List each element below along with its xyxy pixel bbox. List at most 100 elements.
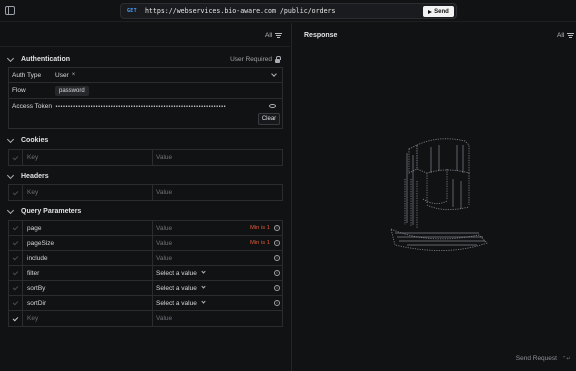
access-token-input[interactable]: ••••••••••••••••••••••••••••••••••••••••…: [55, 104, 263, 110]
filter-label: All: [265, 32, 273, 39]
clear-button[interactable]: Clear: [258, 113, 280, 125]
param-key[interactable]: sortDir: [22, 296, 152, 310]
select-value: Select a value: [156, 269, 197, 277]
authentication-header[interactable]: Authentication: [6, 54, 70, 63]
info-icon[interactable]: i: [274, 225, 280, 231]
auth-box: Auth Type User × Flow password Access To…: [8, 67, 283, 129]
param-value[interactable]: Value i: [152, 251, 282, 265]
check-icon: [12, 315, 19, 321]
row-checkbox[interactable]: [9, 281, 22, 295]
send-request-label: Send Request: [515, 355, 557, 362]
param-value[interactable]: Value Min is 1 i: [152, 221, 282, 235]
param-key[interactable]: filter: [22, 266, 152, 280]
info-icon[interactable]: i: [274, 270, 280, 276]
select-value: Select a value: [156, 284, 197, 292]
send-button[interactable]: Send: [423, 6, 454, 17]
check-icon: [12, 284, 19, 291]
user-required-label: User Required: [230, 56, 272, 63]
table-row: sortDir Select a value i: [9, 296, 282, 311]
check-icon: [12, 224, 19, 231]
lock-icon: [275, 55, 281, 63]
row-checkbox[interactable]: [9, 185, 22, 200]
chevron-down-icon: [6, 135, 15, 143]
filter-label: All: [557, 32, 565, 39]
headers-header[interactable]: Headers: [6, 171, 49, 180]
eye-icon[interactable]: [269, 104, 276, 108]
headers-table: Key Value: [8, 184, 283, 201]
param-select[interactable]: Select a value i: [152, 281, 282, 295]
value-placeholder: Value: [156, 239, 173, 247]
query-table: page Value Min is 1 i pageSize Value Min…: [8, 220, 283, 327]
param-key[interactable]: sortBy: [22, 281, 152, 295]
auth-type-label: Auth Type: [12, 71, 42, 79]
param-key[interactable]: include: [22, 251, 152, 265]
table-row: include Value i: [9, 251, 282, 266]
row-checkbox[interactable]: [9, 150, 22, 165]
filter-icon: [567, 32, 575, 39]
url-input[interactable]: https://webservices.bio-aware.com /publi…: [145, 7, 336, 15]
url-bar[interactable]: GET https://webservices.bio-aware.com /p…: [120, 3, 457, 19]
play-icon: [428, 9, 433, 14]
check-icon: [12, 299, 19, 306]
info-icon[interactable]: i: [274, 285, 280, 291]
query-parameters-header[interactable]: Query Parameters: [6, 206, 81, 215]
request-filter[interactable]: All: [265, 32, 283, 39]
param-select[interactable]: Select a value i: [152, 296, 282, 310]
check-icon: [12, 269, 19, 276]
table-row: Key Value: [9, 185, 282, 200]
auth-type-row[interactable]: Auth Type User ×: [9, 68, 282, 83]
access-token-label: Access Token: [12, 103, 52, 110]
user-required-note: User Required: [230, 55, 281, 63]
http-method[interactable]: GET: [127, 8, 137, 14]
select-value: Select a value: [156, 299, 197, 307]
row-checkbox[interactable]: [9, 221, 22, 235]
value-input[interactable]: Value: [152, 311, 282, 326]
check-icon: [12, 254, 19, 261]
authentication-title: Authentication: [21, 56, 70, 63]
top-bar: GET https://webservices.bio-aware.com /p…: [0, 0, 576, 22]
key-input[interactable]: Key: [22, 185, 152, 200]
auth-type-select[interactable]: User ×: [55, 72, 75, 79]
table-row: Key Value: [9, 150, 282, 165]
send-request-hint[interactable]: Send Request ⌃↵: [516, 355, 571, 362]
request-panel: All Authentication User Required Auth Ty…: [0, 23, 290, 371]
check-icon: [12, 154, 19, 160]
chevron-down-icon: [6, 54, 15, 62]
value-input[interactable]: Value: [152, 150, 282, 165]
table-row: page Value Min is 1 i: [9, 221, 282, 236]
param-value[interactable]: Value Min is 1 i: [152, 236, 282, 250]
response-filter[interactable]: All: [557, 32, 575, 39]
param-select[interactable]: Select a value i: [152, 266, 282, 280]
filter-icon: [275, 32, 283, 39]
flow-label: Flow: [12, 87, 26, 94]
chevron-down-icon: [201, 299, 206, 304]
row-checkbox[interactable]: [9, 296, 22, 310]
param-key[interactable]: page: [22, 221, 152, 235]
row-checkbox[interactable]: [9, 266, 22, 280]
info-icon[interactable]: i: [274, 300, 280, 306]
chevron-down-icon[interactable]: [271, 71, 277, 77]
keyboard-shortcut: ⌃↵: [561, 356, 571, 362]
flow-value[interactable]: password: [55, 85, 89, 96]
row-checkbox[interactable]: [9, 251, 22, 265]
cookies-header[interactable]: Cookies: [6, 135, 48, 144]
divider: [0, 46, 290, 47]
headers-title: Headers: [21, 173, 49, 180]
row-checkbox[interactable]: [9, 311, 22, 326]
remove-icon[interactable]: ×: [72, 72, 76, 78]
param-key[interactable]: pageSize: [22, 236, 152, 250]
key-input[interactable]: Key: [22, 150, 152, 165]
empty-response-illustration: [390, 138, 488, 251]
table-row: Key Value: [9, 311, 282, 326]
value-input[interactable]: Value: [152, 185, 282, 200]
info-icon[interactable]: i: [274, 255, 280, 261]
chevron-down-icon: [201, 269, 206, 274]
value-placeholder: Value: [156, 224, 173, 232]
row-checkbox[interactable]: [9, 236, 22, 250]
value-placeholder: Value: [156, 254, 173, 262]
key-input[interactable]: Key: [22, 311, 152, 326]
chevron-down-icon: [201, 284, 206, 289]
sidebar-icon[interactable]: [5, 6, 15, 15]
info-icon[interactable]: i: [274, 240, 280, 246]
access-token-row: Access Token •••••••••••••••••••••••••••…: [9, 99, 282, 114]
